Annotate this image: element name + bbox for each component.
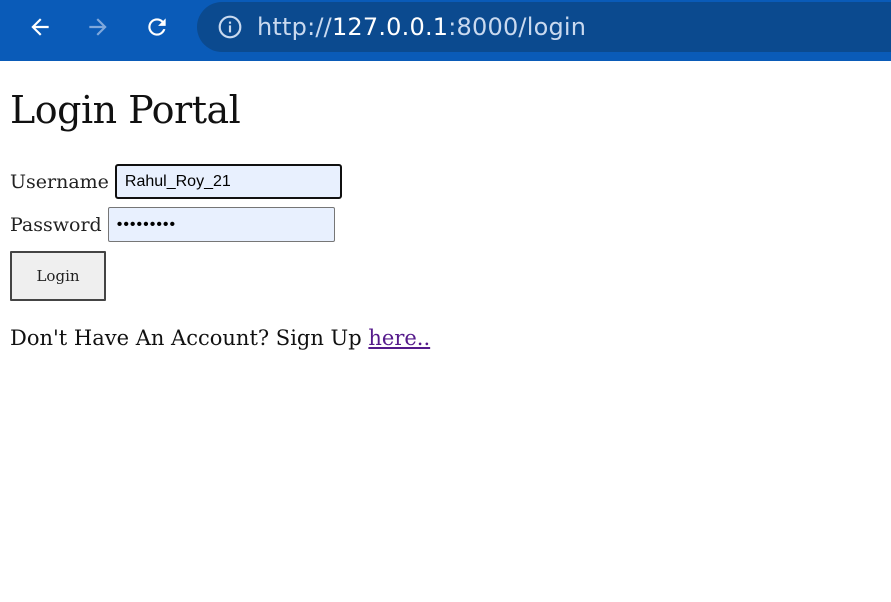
signup-prompt: Don't Have An Account? Sign Up [10,326,369,350]
login-button[interactable]: Login [10,251,106,301]
url-path: :8000/login [448,13,587,41]
url-host: 127.0.0.1 [331,13,449,41]
reload-icon [148,18,166,36]
username-label: Username [10,170,109,193]
password-input[interactable] [107,207,335,242]
url-scheme: http:// [257,13,332,41]
reload-button[interactable] [139,9,175,45]
password-label: Password [10,213,102,236]
signup-line: Don't Have An Account? Sign Up here.. [10,326,430,350]
back-arrow-icon [31,18,49,36]
login-page: Login Portal Username Password Login Don… [10,88,430,350]
page-title: Login Portal [10,88,241,132]
username-input[interactable] [114,164,342,199]
signup-link[interactable]: here.. [368,326,430,350]
forward-arrow-icon [89,18,107,36]
forward-button[interactable] [80,9,116,45]
url-text[interactable]: http://127.0.0.1:8000/login [257,13,586,41]
info-icon[interactable] [217,14,243,40]
browser-toolbar: http://127.0.0.1:8000/login [0,0,891,61]
username-row: Username [10,164,342,199]
password-row: Password [10,207,335,242]
back-button[interactable] [22,9,58,45]
address-bar[interactable]: http://127.0.0.1:8000/login [197,2,891,52]
